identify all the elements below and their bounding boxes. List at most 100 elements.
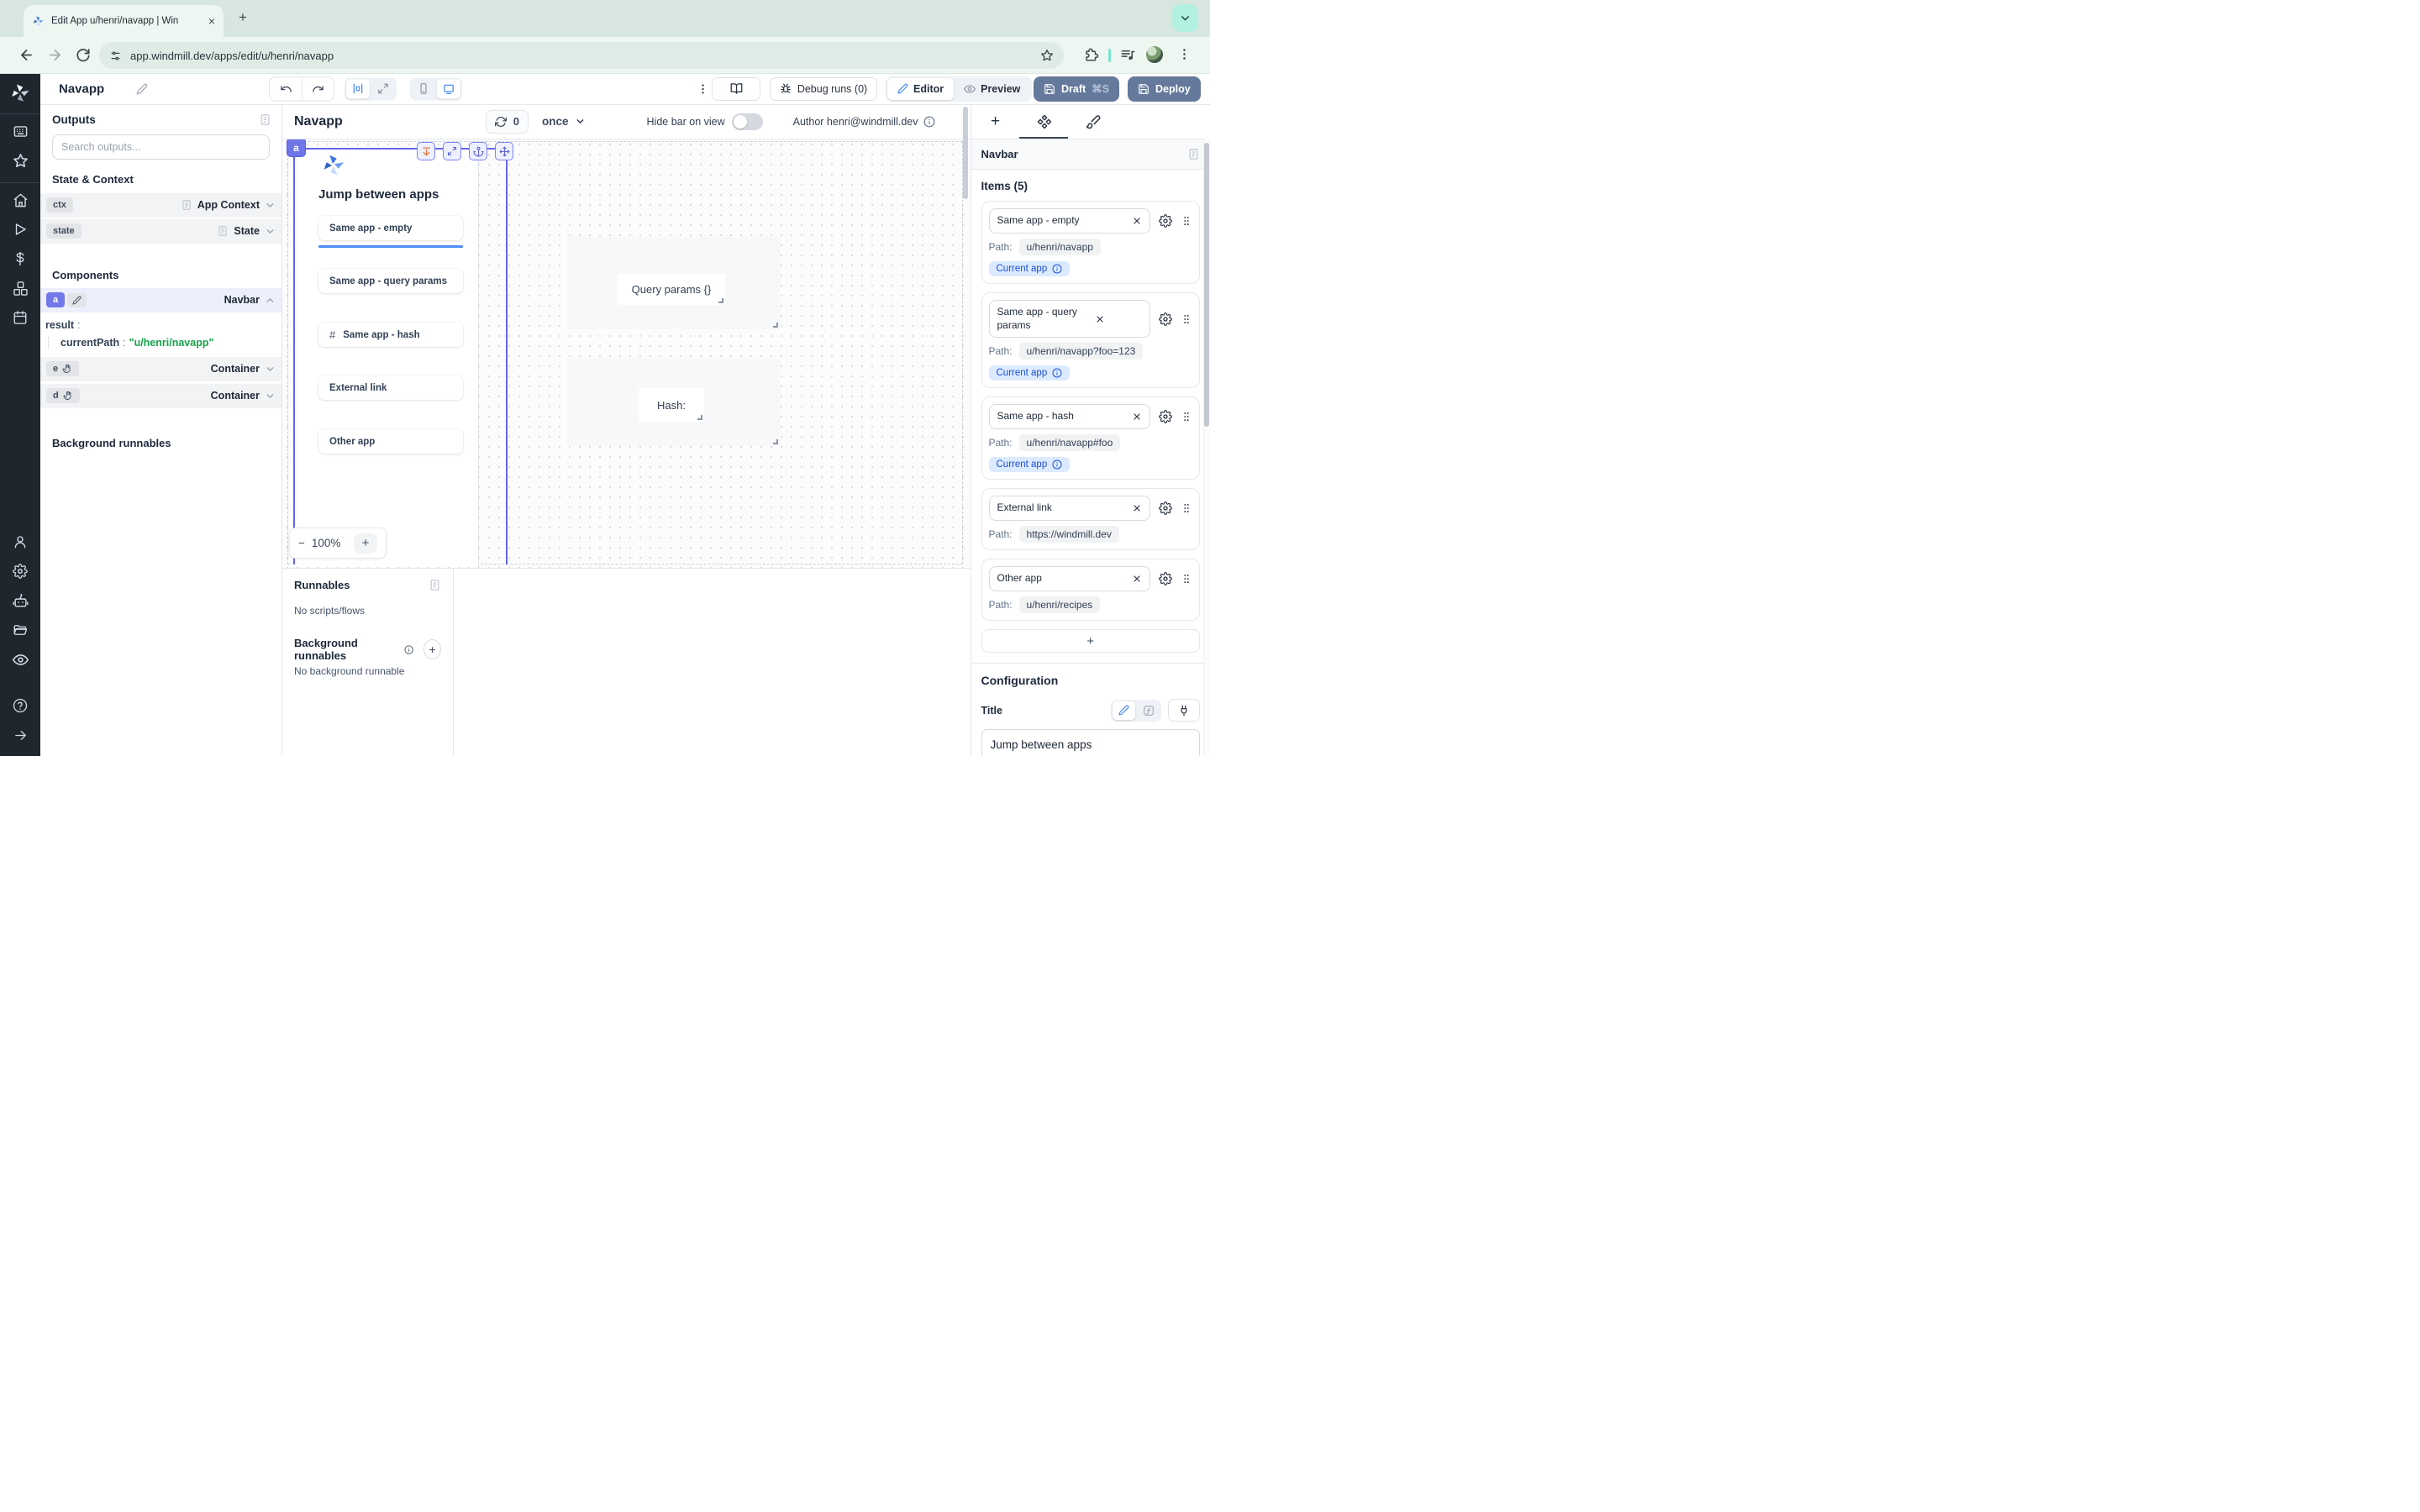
info-icon[interactable] [1052,368,1062,378]
navbar-component-surface[interactable] [290,148,479,567]
item-label-input[interactable]: Same app - query params [989,300,1151,338]
expression-button[interactable] [1137,701,1160,720]
browser-menu-icon[interactable] [1177,47,1192,61]
item-label-input[interactable]: Other app [989,566,1151,591]
resize-handle[interactable] [697,415,702,420]
sidebar-item-workers[interactable] [0,588,40,613]
add-background-runnable-button[interactable]: + [424,639,441,659]
drag-handle-icon[interactable] [1181,573,1192,585]
title-input[interactable] [981,729,1201,756]
tab-component-settings[interactable] [1020,105,1069,139]
nav-item-external-link[interactable]: External link [318,375,463,400]
runnables-doc-icon[interactable] [429,579,441,591]
back-button[interactable] [18,47,34,63]
zoom-out-button[interactable]: − [298,537,305,549]
forward-button[interactable] [47,47,63,63]
tab-styling[interactable] [1069,105,1118,139]
canvas-scrollbar[interactable] [963,107,968,199]
item-label-input[interactable]: External link [989,496,1151,521]
sidebar-item-variables[interactable] [0,246,40,271]
anchor-component-button[interactable] [469,142,487,160]
redo-button[interactable] [302,77,334,100]
full-width-layout-button[interactable] [371,79,395,98]
info-icon[interactable] [1052,264,1062,274]
outputs-doc-icon[interactable] [259,113,271,126]
info-icon[interactable] [404,644,413,655]
sidebar-item-users[interactable] [0,529,40,554]
chevron-down-icon[interactable] [265,364,276,375]
new-tab-button[interactable]: + [239,10,247,24]
component-row-navbar[interactable]: a Navbar [40,288,281,312]
nav-item-other-app[interactable]: Other app [318,429,463,454]
tab-close-icon[interactable]: × [208,15,215,27]
selected-component-badge[interactable]: a [287,139,306,157]
container-d-hash[interactable]: Hash: [567,359,780,446]
sidebar-item-apps[interactable] [0,118,40,144]
debug-runs-button[interactable]: Debug runs (0) [770,77,877,101]
item-settings-icon[interactable] [1159,501,1172,515]
centered-layout-button[interactable] [346,79,370,98]
reload-button[interactable] [76,47,91,62]
chevron-down-icon[interactable] [265,391,276,402]
output-row-state[interactable]: state State [40,219,281,244]
desktop-view-button[interactable] [437,79,460,98]
sidebar-item-settings[interactable] [0,559,40,584]
hide-bar-toggle[interactable] [732,113,763,130]
draft-button[interactable]: Draft ⌘S [1034,76,1119,102]
move-component-button[interactable] [495,142,513,160]
panel-scrollbar[interactable] [1203,139,1210,756]
browser-tab[interactable]: Edit App u/henri/navapp | Win × [24,5,224,37]
drag-handle-icon[interactable] [1181,215,1192,227]
component-row-container-d[interactable]: d Container [40,384,281,408]
nav-item-same-app-empty[interactable]: Same app - empty [318,216,463,240]
chevron-up-icon[interactable] [265,295,276,306]
remove-item-icon[interactable] [1095,314,1105,324]
chevron-down-icon[interactable] [265,200,276,211]
panel-doc-icon[interactable] [1187,148,1200,160]
component-row-container-e[interactable]: e Container [40,357,281,381]
sidebar-item-runs[interactable] [0,217,40,242]
editor-tab[interactable]: Editor [887,78,954,100]
header-menu-icon[interactable] [697,82,709,95]
site-settings-icon[interactable] [109,50,122,62]
info-icon[interactable] [923,116,935,128]
sidebar-item-schedules[interactable] [0,305,40,330]
docs-button[interactable] [712,77,760,101]
item-label-input[interactable]: Same app - hash [989,404,1151,429]
deploy-button[interactable]: Deploy [1128,76,1201,102]
connect-input-button[interactable] [1168,699,1200,722]
hash-text-box[interactable]: Hash: [639,388,704,422]
sidebar-expand-icon[interactable] [0,722,40,748]
sidebar-item-audit-logs[interactable] [0,647,40,672]
sidebar-item-resources[interactable] [0,276,40,301]
drag-handle-icon[interactable] [1181,313,1192,325]
zoom-in-button[interactable]: + [354,533,377,554]
item-settings-icon[interactable] [1159,214,1172,228]
nav-item-hash[interactable]: #Same app - hash [318,323,463,347]
query-params-text-box[interactable]: Query params {} [618,274,725,305]
remove-item-icon[interactable] [1132,503,1142,513]
item-settings-icon[interactable] [1159,572,1172,585]
expand-component-button[interactable] [443,142,461,160]
item-settings-icon[interactable] [1159,312,1172,326]
url-text[interactable]: app.windmill.dev/apps/edit/u/henri/navap… [130,50,1032,62]
extensions-icon[interactable] [1084,47,1099,62]
item-label-input[interactable]: Same app - empty [989,208,1151,234]
tab-insert-component[interactable]: + [971,105,1020,139]
output-row-ctx[interactable]: ctx App Context [40,193,281,218]
resize-handle[interactable] [718,298,723,303]
container-e-query[interactable]: Query params {} [567,237,780,329]
info-icon[interactable] [1052,459,1062,470]
remove-item-icon[interactable] [1132,412,1142,422]
resize-handle[interactable] [773,439,778,444]
sidebar-item-favorites[interactable] [0,148,40,173]
app-canvas[interactable]: a Jump between apps Same app - empty Sam… [282,139,971,568]
windmill-logo[interactable] [9,82,31,104]
static-value-button[interactable] [1113,701,1135,720]
chevron-down-icon[interactable] [265,226,276,237]
search-outputs-input[interactable] [52,134,270,160]
edit-id-icon[interactable] [67,293,87,307]
tab-search-button[interactable] [1172,4,1198,32]
drag-handle-icon[interactable] [1181,411,1192,423]
remove-item-icon[interactable] [1132,574,1142,584]
